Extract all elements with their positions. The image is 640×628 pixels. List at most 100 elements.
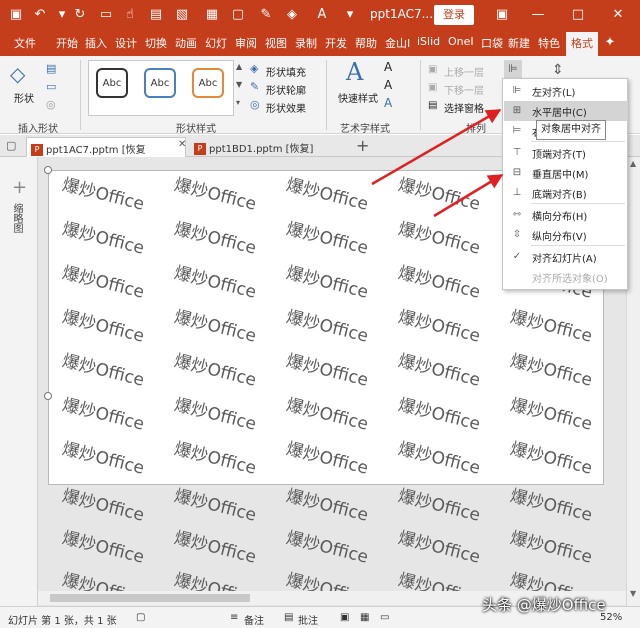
selection-pane-icon[interactable]: ▤ xyxy=(428,100,437,111)
maximize-icon[interactable]: □ xyxy=(570,7,586,23)
accessibility-icon[interactable]: ▢ xyxy=(136,612,145,623)
open-icon[interactable]: ▤ xyxy=(148,7,164,23)
tab-kingsoft[interactable]: 金山I xyxy=(385,35,410,51)
touch-mode-icon[interactable]: ☝ xyxy=(122,7,138,23)
text-fill-icon[interactable]: A xyxy=(384,60,392,74)
tab-format[interactable]: 格式 xyxy=(566,32,598,56)
tab-onekey[interactable]: OneI xyxy=(448,35,474,48)
tab-record[interactable]: 录制 xyxy=(295,35,317,51)
tab-design[interactable]: 设计 xyxy=(115,35,137,51)
shape-fill-button[interactable]: 形状填充 xyxy=(266,64,306,79)
watermark-text: 爆炒Office xyxy=(284,175,371,215)
tab-home[interactable]: 开始 xyxy=(56,35,78,51)
bring-forward-button[interactable]: 上移一层 xyxy=(444,64,484,79)
undo-icon[interactable]: ↶ xyxy=(32,7,48,23)
login-button[interactable]: 登录 xyxy=(434,5,474,25)
close-tab-icon[interactable]: ✕ xyxy=(178,139,186,150)
scroll-thumb[interactable] xyxy=(50,594,250,602)
font-color-icon[interactable]: A xyxy=(314,7,330,23)
tab-file[interactable]: 文件 xyxy=(14,35,36,51)
watermark-text: 爆炒Office xyxy=(172,395,259,435)
align-menu-item[interactable]: ⊞ 水平居中(C) xyxy=(504,101,628,121)
tab-help[interactable]: 帮助 xyxy=(355,35,377,51)
text-box-icon[interactable]: ▭ xyxy=(46,80,56,93)
reading-view-icon[interactable]: ▭ xyxy=(380,612,389,623)
redo-icon[interactable]: ↻ xyxy=(72,7,88,23)
align-menu-item-label: 水平居中(C) xyxy=(532,108,587,119)
tab-transitions[interactable]: 切换 xyxy=(145,35,167,51)
sorter-view-icon[interactable]: ▦ xyxy=(360,612,369,623)
ribbon-options-icon[interactable]: ▣ xyxy=(494,7,510,23)
send-backward-button[interactable]: 下移一层 xyxy=(444,82,484,97)
watermark-text: 爆炒Office xyxy=(172,351,259,391)
separator xyxy=(80,60,81,130)
resize-handle[interactable] xyxy=(44,166,52,174)
add-slide-icon[interactable]: + xyxy=(12,177,27,198)
resize-handle[interactable] xyxy=(44,392,52,400)
undo-dropdown-icon[interactable]: ▾ xyxy=(54,7,70,23)
style-swatch-1[interactable]: Abc xyxy=(96,68,128,98)
comments-button[interactable]: 批注 xyxy=(298,612,318,627)
align-menu-item[interactable]: ⇳ 纵向分布(V) xyxy=(504,225,628,245)
tab-animations[interactable]: 动画 xyxy=(175,35,197,51)
doc-tab-1[interactable]: Pppt1AC7.pptm [恢复 xyxy=(26,137,186,157)
new-tab-icon[interactable]: + xyxy=(356,136,369,155)
fill-icon[interactable]: ◈ xyxy=(284,7,300,23)
tab-new[interactable]: 新建 xyxy=(508,35,530,51)
scroll-down-icon[interactable]: ▼ xyxy=(630,589,636,598)
align-menu-item[interactable]: ⊤ 顶端对齐(T) xyxy=(504,143,628,163)
quick-styles-button[interactable]: 快速样式 xyxy=(338,90,378,105)
align-menu-item[interactable]: ⊫ 左对齐(L) xyxy=(504,81,628,101)
tab-islide[interactable]: iSlid xyxy=(417,35,440,48)
shapes-icon[interactable]: ◇ xyxy=(10,62,36,86)
scroll-up-icon[interactable]: ▲ xyxy=(630,159,636,168)
vertical-scrollbar[interactable]: ▲ ▼ xyxy=(626,157,640,606)
tab-developer[interactable]: 开发 xyxy=(325,35,347,51)
present-icon[interactable]: ▭ xyxy=(98,7,114,23)
align-menu-item-label: 纵向分布(V) xyxy=(532,232,587,243)
shape-effects-button[interactable]: 形状效果 xyxy=(266,100,306,115)
tab-insert[interactable]: 插入 xyxy=(85,35,107,51)
save-icon[interactable]: ▣ xyxy=(8,7,24,23)
notes-button[interactable]: 备注 xyxy=(244,612,264,627)
tab-review[interactable]: 审阅 xyxy=(235,35,257,51)
tab-view[interactable]: 视图 xyxy=(265,35,287,51)
edit-shape-icon[interactable]: ▤ xyxy=(46,62,56,75)
gallery-scroll-down-icon[interactable]: ▼ xyxy=(236,80,242,89)
tab-pocket[interactable]: 口袋 xyxy=(481,35,503,51)
send-backward-icon[interactable]: ▣ xyxy=(428,82,437,93)
gallery-more-icon[interactable]: ▾ xyxy=(236,98,240,107)
lightbulb-icon[interactable]: ✦ xyxy=(602,35,618,51)
align-button[interactable]: ⊫ xyxy=(504,60,522,78)
selection-pane-button[interactable]: 选择窗格 xyxy=(444,100,484,115)
group-art-text: 艺术字样式 xyxy=(340,124,390,135)
align-menu-item[interactable]: ✓ 对齐幻灯片(A) xyxy=(504,247,628,267)
normal-view-icon[interactable]: ▣ xyxy=(340,612,349,623)
picture-icon[interactable]: ▧ xyxy=(174,7,190,23)
size-icon[interactable]: ⇕ xyxy=(552,62,564,78)
merge-shapes-icon[interactable]: ◎ xyxy=(46,98,56,111)
tab-slideshow[interactable]: 幻灯 xyxy=(205,35,227,51)
minimize-icon[interactable]: — xyxy=(530,7,546,23)
style-swatch-2[interactable]: Abc xyxy=(144,68,176,98)
text-effects-icon[interactable]: A xyxy=(384,96,392,110)
more-icon[interactable]: ▾ xyxy=(342,7,358,23)
doc-tab-2[interactable]: Pppt1BD1.pptm [恢复] xyxy=(190,137,350,157)
group-arrange: 排列 xyxy=(466,124,486,135)
shapes-button[interactable]: 形状 xyxy=(14,90,34,105)
align-menu-item[interactable]: ⊟ 垂直居中(M) xyxy=(504,163,628,183)
align-menu-item[interactable]: ⇿ 横向分布(H) xyxy=(504,205,628,225)
text-outline-icon[interactable]: A xyxy=(384,78,392,92)
align-menu-item[interactable]: ⊥ 底端对齐(B) xyxy=(504,183,628,203)
style-swatch-3[interactable]: Abc xyxy=(192,68,224,98)
pen-icon[interactable]: ✎ xyxy=(258,7,274,23)
close-icon[interactable]: ✕ xyxy=(610,7,626,23)
grid-icon[interactable]: ▦ xyxy=(204,7,220,23)
quick-styles-icon[interactable]: A xyxy=(346,58,363,86)
tab-special[interactable]: 特色 xyxy=(538,35,560,51)
bring-forward-icon[interactable]: ▣ xyxy=(428,64,437,75)
watermark-text: 爆炒Office xyxy=(60,486,147,526)
shape-outline-button[interactable]: 形状轮廓 xyxy=(266,82,306,97)
window-icon[interactable]: ▢ xyxy=(230,7,246,23)
gallery-scroll-up-icon[interactable]: ▲ xyxy=(236,62,242,71)
